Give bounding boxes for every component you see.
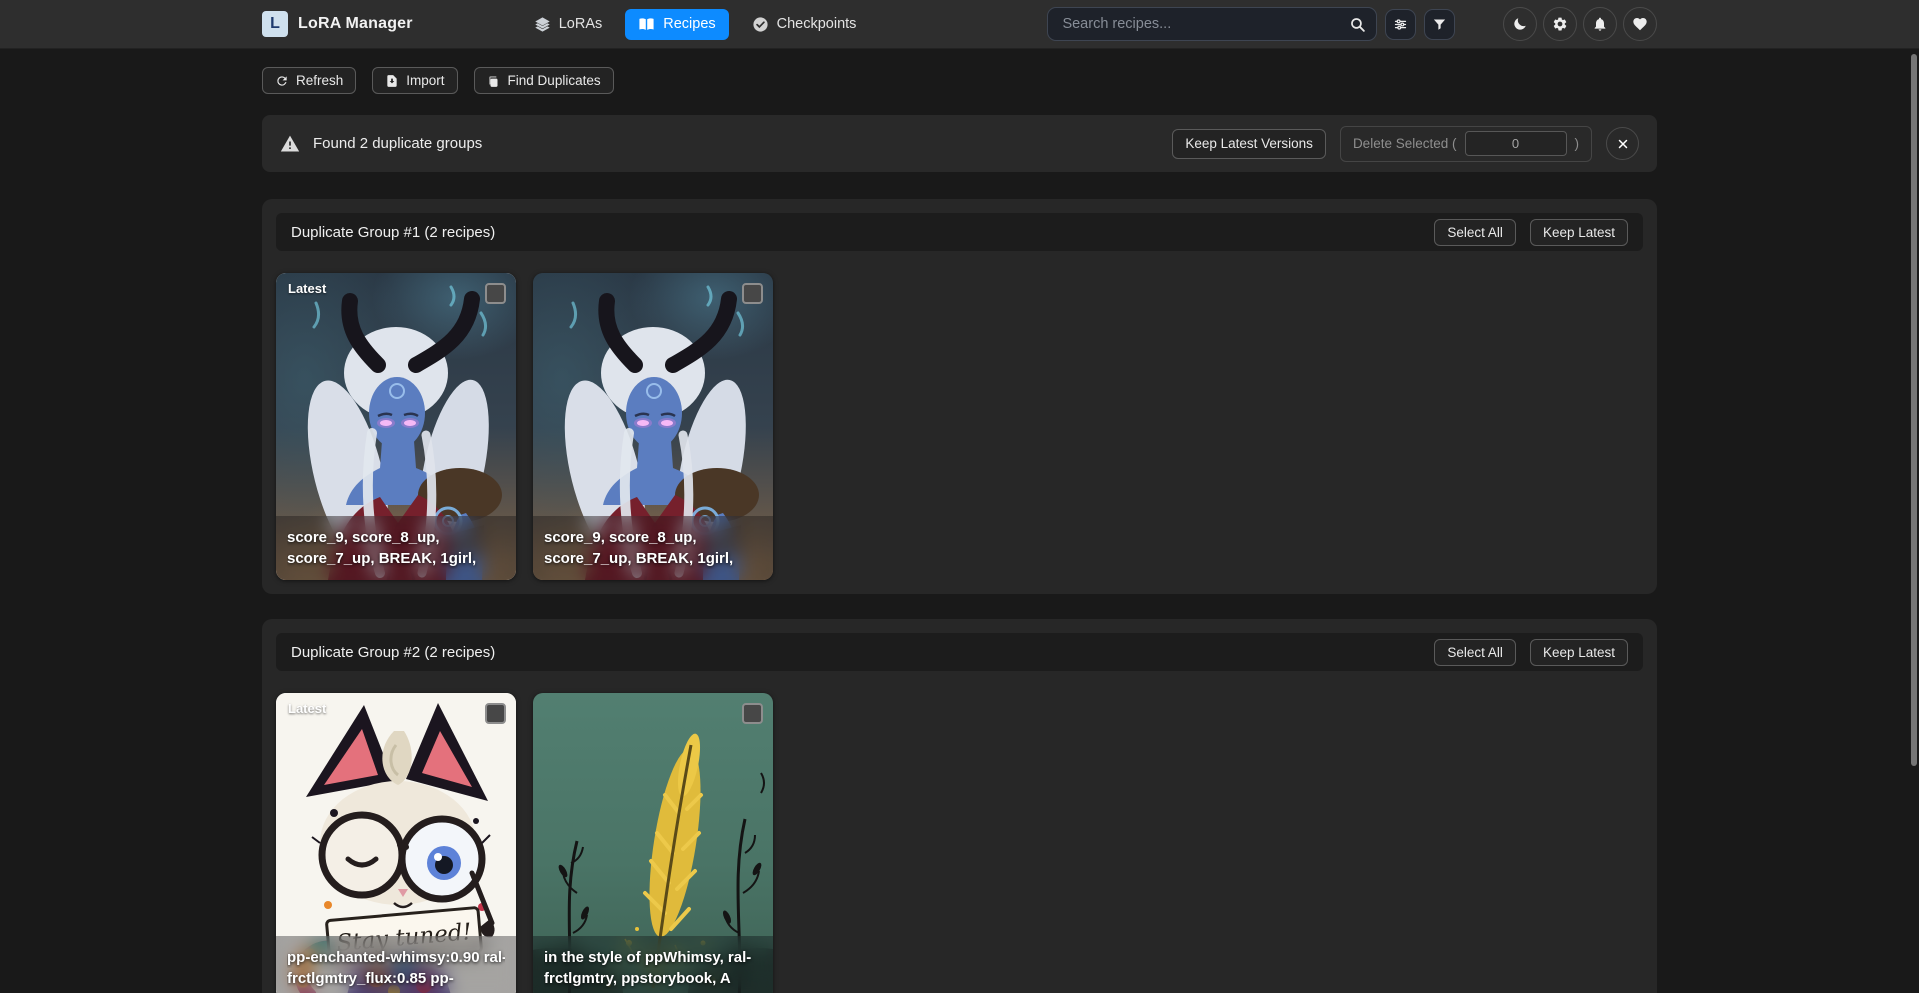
recipe-card[interactable]: score_9, score_8_up, score_7_up, BREAK, … [533,273,773,580]
delete-selected-suffix: ) [1575,136,1580,151]
nav-tabs: LoRAs Recipes Checkpoints [521,9,870,40]
scrollbar[interactable] [1909,0,1919,993]
search-input[interactable] [1062,16,1349,32]
refresh-icon [275,74,289,88]
book-icon [638,16,655,33]
caption-line: score_7_up, BREAK, 1girl, [287,549,505,569]
bell-icon [1592,16,1608,32]
sliders-icon [1393,17,1408,32]
caption-line: pp-enchanted-whimsy:0.90 ral- [287,948,505,968]
recipe-card[interactable]: Latest score_9, score_8_up, score_7_up, … [276,273,516,580]
recipe-caption: pp-enchanted-whimsy:0.90 ral- frctlgmtry… [276,936,516,993]
settings-button[interactable] [1543,7,1577,41]
notifications-button[interactable] [1583,7,1617,41]
alert-message: Found 2 duplicate groups [313,135,482,152]
filter-button[interactable] [1424,9,1455,40]
group-header: Duplicate Group #1 (2 recipes) Select Al… [276,213,1643,251]
topbar: L LoRA Manager LoRAs Recipes Checkpoints [0,0,1919,49]
card-checkbox[interactable] [485,703,506,724]
tab-label: LoRAs [559,16,603,32]
caption-line: in the style of ppWhimsy, ral- [544,948,762,968]
support-button[interactable] [1623,7,1657,41]
duplicate-group-panel: Duplicate Group #1 (2 recipes) Select Al… [262,199,1657,594]
caption-line: score_7_up, BREAK, 1girl, [544,549,762,569]
latest-badge: Latest [288,701,326,716]
search-box [1047,7,1377,41]
moon-icon [1512,16,1528,32]
caption-line: frctlgmtry, ppstorybook, A [544,969,762,989]
caption-line: frctlgmtry_flux:0.85 pp- [287,969,505,989]
card-checkbox[interactable] [485,283,506,304]
layers-icon [534,16,551,33]
tab-label: Recipes [663,16,715,32]
page-title: LoRA Manager [298,15,413,33]
tab-label: Checkpoints [777,16,857,32]
file-import-icon [385,74,399,88]
select-all-button[interactable]: Select All [1434,219,1516,246]
keep-latest-versions-button[interactable]: Keep Latest Versions [1172,129,1326,159]
keep-latest-button[interactable]: Keep Latest [1530,219,1628,246]
recipe-card[interactable]: in the style of ppWhimsy, ral- frctlgmtr… [533,693,773,993]
toolbar: Refresh Import Find Duplicates [262,67,1657,94]
close-icon [1616,137,1630,151]
check-circle-icon [752,16,769,33]
tab-loras[interactable]: LoRAs [521,9,616,40]
duplicates-alert-bar: Found 2 duplicate groups Keep Latest Ver… [262,115,1657,172]
duplicates-icon [487,74,501,88]
close-alert-button[interactable] [1606,127,1639,160]
refresh-button[interactable]: Refresh [262,67,356,94]
tab-checkpoints[interactable]: Checkpoints [739,9,870,40]
select-all-button[interactable]: Select All [1434,639,1516,666]
refresh-label: Refresh [296,73,343,88]
duplicate-group-panel: Duplicate Group #2 (2 recipes) Select Al… [262,619,1657,993]
group-title: Duplicate Group #2 (2 recipes) [291,644,495,661]
recipe-caption: score_9, score_8_up, score_7_up, BREAK, … [276,516,516,580]
caption-line: score_9, score_8_up, [544,528,762,548]
find-duplicates-button[interactable]: Find Duplicates [474,67,614,94]
find-duplicates-label: Find Duplicates [508,73,601,88]
caption-line: score_9, score_8_up, [287,528,505,548]
import-label: Import [406,73,444,88]
group-title: Duplicate Group #1 (2 recipes) [291,224,495,241]
selected-count-input[interactable] [1465,131,1567,156]
card-checkbox[interactable] [742,703,763,724]
search-icon[interactable] [1349,16,1366,33]
recipe-caption: score_9, score_8_up, score_7_up, BREAK, … [533,516,773,580]
keep-latest-button[interactable]: Keep Latest [1530,639,1628,666]
delete-selected-label: Delete Selected ( [1353,136,1457,151]
tab-recipes[interactable]: Recipes [625,9,728,40]
group-header: Duplicate Group #2 (2 recipes) Select Al… [276,633,1643,671]
warning-icon [280,134,300,154]
card-checkbox[interactable] [742,283,763,304]
theme-toggle-button[interactable] [1503,7,1537,41]
heart-icon [1632,16,1648,32]
gear-icon [1552,16,1568,32]
brand: L LoRA Manager [262,11,413,37]
delete-selected-button[interactable]: Delete Selected ( ) [1340,126,1592,162]
funnel-icon [1432,17,1447,32]
latest-badge: Latest [288,281,326,296]
search-options-button[interactable] [1385,9,1416,40]
recipe-card[interactable]: Stay tuned! Latest pp-enchanted-whimsy:0… [276,693,516,993]
app-logo: L [262,11,288,37]
import-button[interactable]: Import [372,67,457,94]
scrollbar-thumb[interactable] [1911,54,1917,766]
recipe-caption: in the style of ppWhimsy, ral- frctlgmtr… [533,936,773,993]
